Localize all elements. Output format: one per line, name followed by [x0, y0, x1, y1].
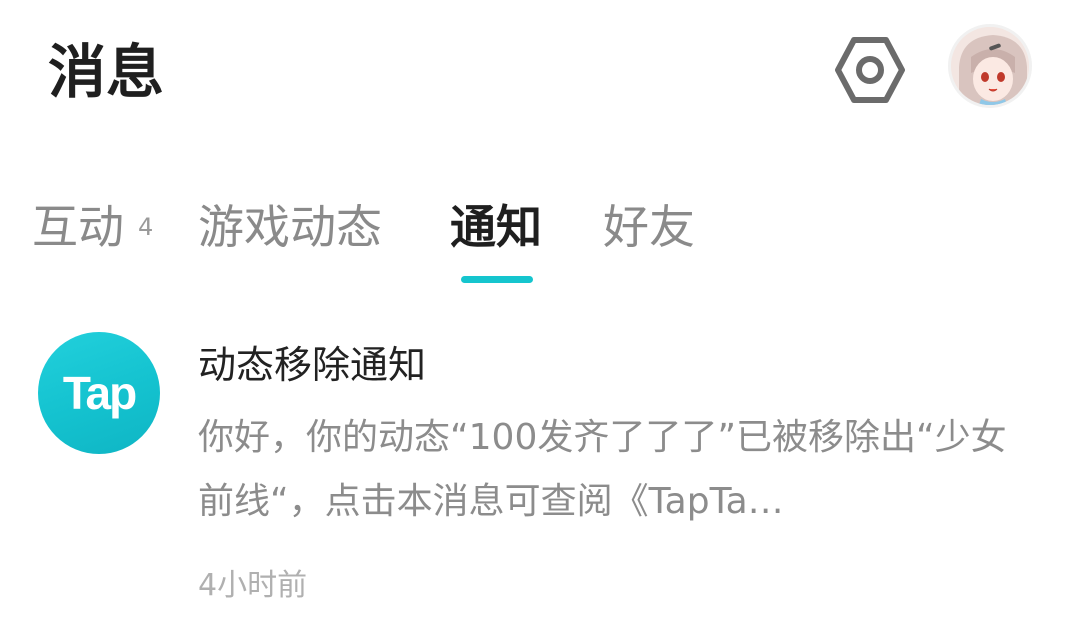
tab-label: 互动	[32, 200, 124, 254]
hexagon-gear-icon	[835, 37, 905, 103]
unread-count-badge: 4	[138, 213, 154, 241]
notification-title: 动态移除通知	[198, 343, 427, 387]
tab-game-updates[interactable]: 游戏动态	[198, 192, 382, 262]
tab-label: 游戏动态	[198, 200, 382, 254]
tab-label: 好友	[603, 200, 695, 254]
tab-interaction[interactable]: 互动 4	[32, 192, 153, 262]
logo-text: Tap	[62, 367, 137, 419]
header: 消息	[0, 0, 1080, 140]
notification-timestamp: 4小时前	[198, 568, 308, 603]
notification-item[interactable]: Tap 动态移除通知 你好，你的动态“100发齐了了了”已被移除出“少女前线“，…	[0, 320, 1080, 620]
avatar[interactable]	[948, 24, 1032, 108]
tab-friends[interactable]: 好友	[603, 192, 695, 262]
taptap-logo-icon: Tap	[38, 332, 160, 454]
tab-bar: 互动 4 游戏动态 通知 好友	[0, 180, 1080, 290]
active-tab-indicator	[461, 276, 533, 283]
notification-body: 你好，你的动态“100发齐了了了”已被移除出“少女前线“，点击本消息可查阅《Ta…	[198, 417, 1007, 522]
tab-label: 通知	[450, 200, 542, 254]
messages-screen: 消息 互动 4 游戏动态 通知 好友 Tap 动态移除通知 你好，你的动态“10…	[0, 0, 1080, 628]
tab-notifications[interactable]: 通知	[450, 192, 542, 262]
page-title: 消息	[48, 38, 165, 106]
settings-button[interactable]	[830, 30, 910, 110]
avatar-image	[951, 27, 1029, 105]
